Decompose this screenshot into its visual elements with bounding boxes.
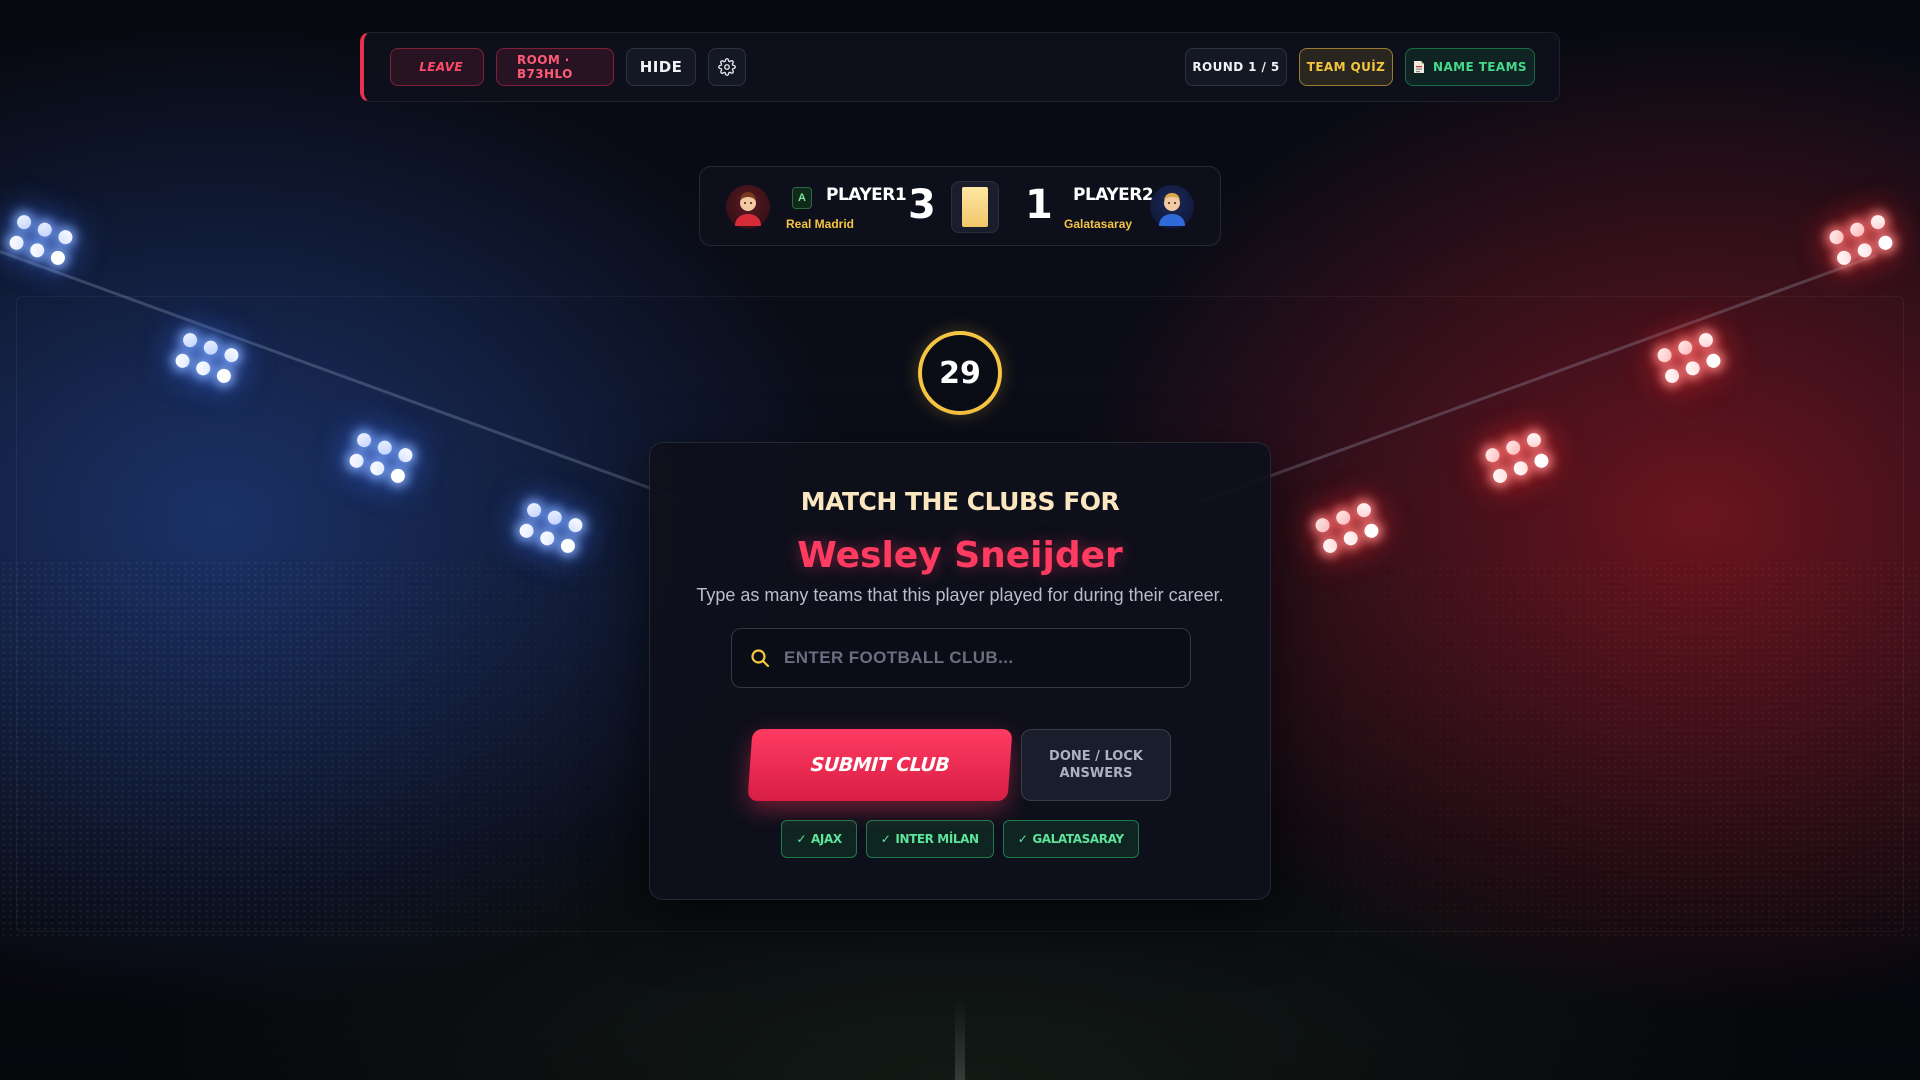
done-lock-answers-label: DONE / LOCK ANSWERS: [1049, 749, 1143, 781]
submit-club-button[interactable]: SUBMIT CLUB: [747, 729, 1013, 801]
answer-chip-label: INTER MİLAN: [895, 832, 979, 846]
name-teams-button[interactable]: NAME TEAMS: [1405, 48, 1535, 86]
check-icon: ✓: [1017, 832, 1028, 846]
answer-chip: ✓ AJAX: [781, 820, 857, 858]
floodlight-right-1: [1827, 213, 1895, 267]
player2-score: 1: [1025, 182, 1053, 228]
hide-button[interactable]: HIDE: [626, 48, 696, 86]
search-icon: [751, 649, 770, 668]
pitch-center-line: [955, 1000, 965, 1080]
check-icon: ✓: [796, 832, 807, 846]
player1-score: 3: [908, 182, 936, 228]
name-teams-label: NAME TEAMS: [1433, 60, 1527, 74]
answer-chip-label: AJAX: [811, 832, 842, 846]
top-bar-left: LEAVE ROOM · B73HLO HIDE: [390, 48, 746, 86]
club-search-field[interactable]: [731, 628, 1191, 688]
leave-label: LEAVE: [419, 60, 463, 74]
top-bar: LEAVE ROOM · B73HLO HIDE ROUND 1 / 5 TEA…: [360, 32, 1560, 102]
club-search-input[interactable]: [784, 629, 1190, 687]
submitted-answers: ✓ AJAX ✓ INTER MİLAN ✓ GALATASARAY: [650, 820, 1270, 858]
player2-avatar: [1150, 185, 1194, 229]
player1-club-badge: A: [792, 187, 812, 209]
player1-avatar-icon: [735, 192, 761, 226]
player1-avatar: [726, 185, 770, 229]
answer-chip: ✓ GALATASARAY: [1002, 820, 1139, 858]
question-title: MATCH THE CLUBS FOR: [800, 487, 1120, 516]
scoreboard: A PLAYER1 Real Madrid 3 1 PLAYER2 Galata…: [699, 166, 1221, 246]
player1-team: Real Madrid: [786, 217, 855, 231]
team-quiz-button[interactable]: TEAM QUİZ: [1299, 48, 1393, 86]
check-icon: ✓: [880, 832, 891, 846]
settings-button[interactable]: [708, 48, 746, 86]
answer-chip-label: GALATASARAY: [1032, 832, 1124, 846]
player1-name: PLAYER1: [826, 185, 907, 205]
question-card: MATCH THE CLUBS FOR Wesley Sneijder Type…: [649, 442, 1271, 900]
done-lock-answers-button[interactable]: DONE / LOCK ANSWERS: [1021, 729, 1171, 801]
countdown-timer: 29: [918, 331, 1002, 415]
room-code-label: ROOM · B73HLO: [517, 53, 573, 81]
top-bar-right: ROUND 1 / 5 TEAM QUİZ NAME TEAMS: [1185, 48, 1535, 86]
question-player-name: Wesley Sneijder: [797, 535, 1123, 576]
answer-chip: ✓ INTER MİLAN: [865, 820, 994, 858]
team-quiz-label: TEAM QUİZ: [1306, 60, 1386, 74]
round-indicator: ROUND 1 / 5: [1185, 48, 1287, 86]
player2-avatar-icon: [1159, 193, 1185, 226]
hide-label: HIDE: [639, 58, 683, 76]
document-icon: [1414, 61, 1425, 73]
player2-team: Galatasaray: [1064, 217, 1133, 231]
gear-icon: [718, 58, 736, 76]
round-label: ROUND 1 / 5: [1192, 60, 1280, 74]
yellow-card-icon: [962, 187, 988, 227]
leave-button[interactable]: LEAVE: [390, 48, 484, 86]
player2-name: PLAYER2: [1073, 185, 1154, 205]
room-code-button[interactable]: ROOM · B73HLO: [496, 48, 614, 86]
question-description: Type as many teams that this player play…: [696, 585, 1224, 605]
card-indicator: [951, 181, 999, 233]
